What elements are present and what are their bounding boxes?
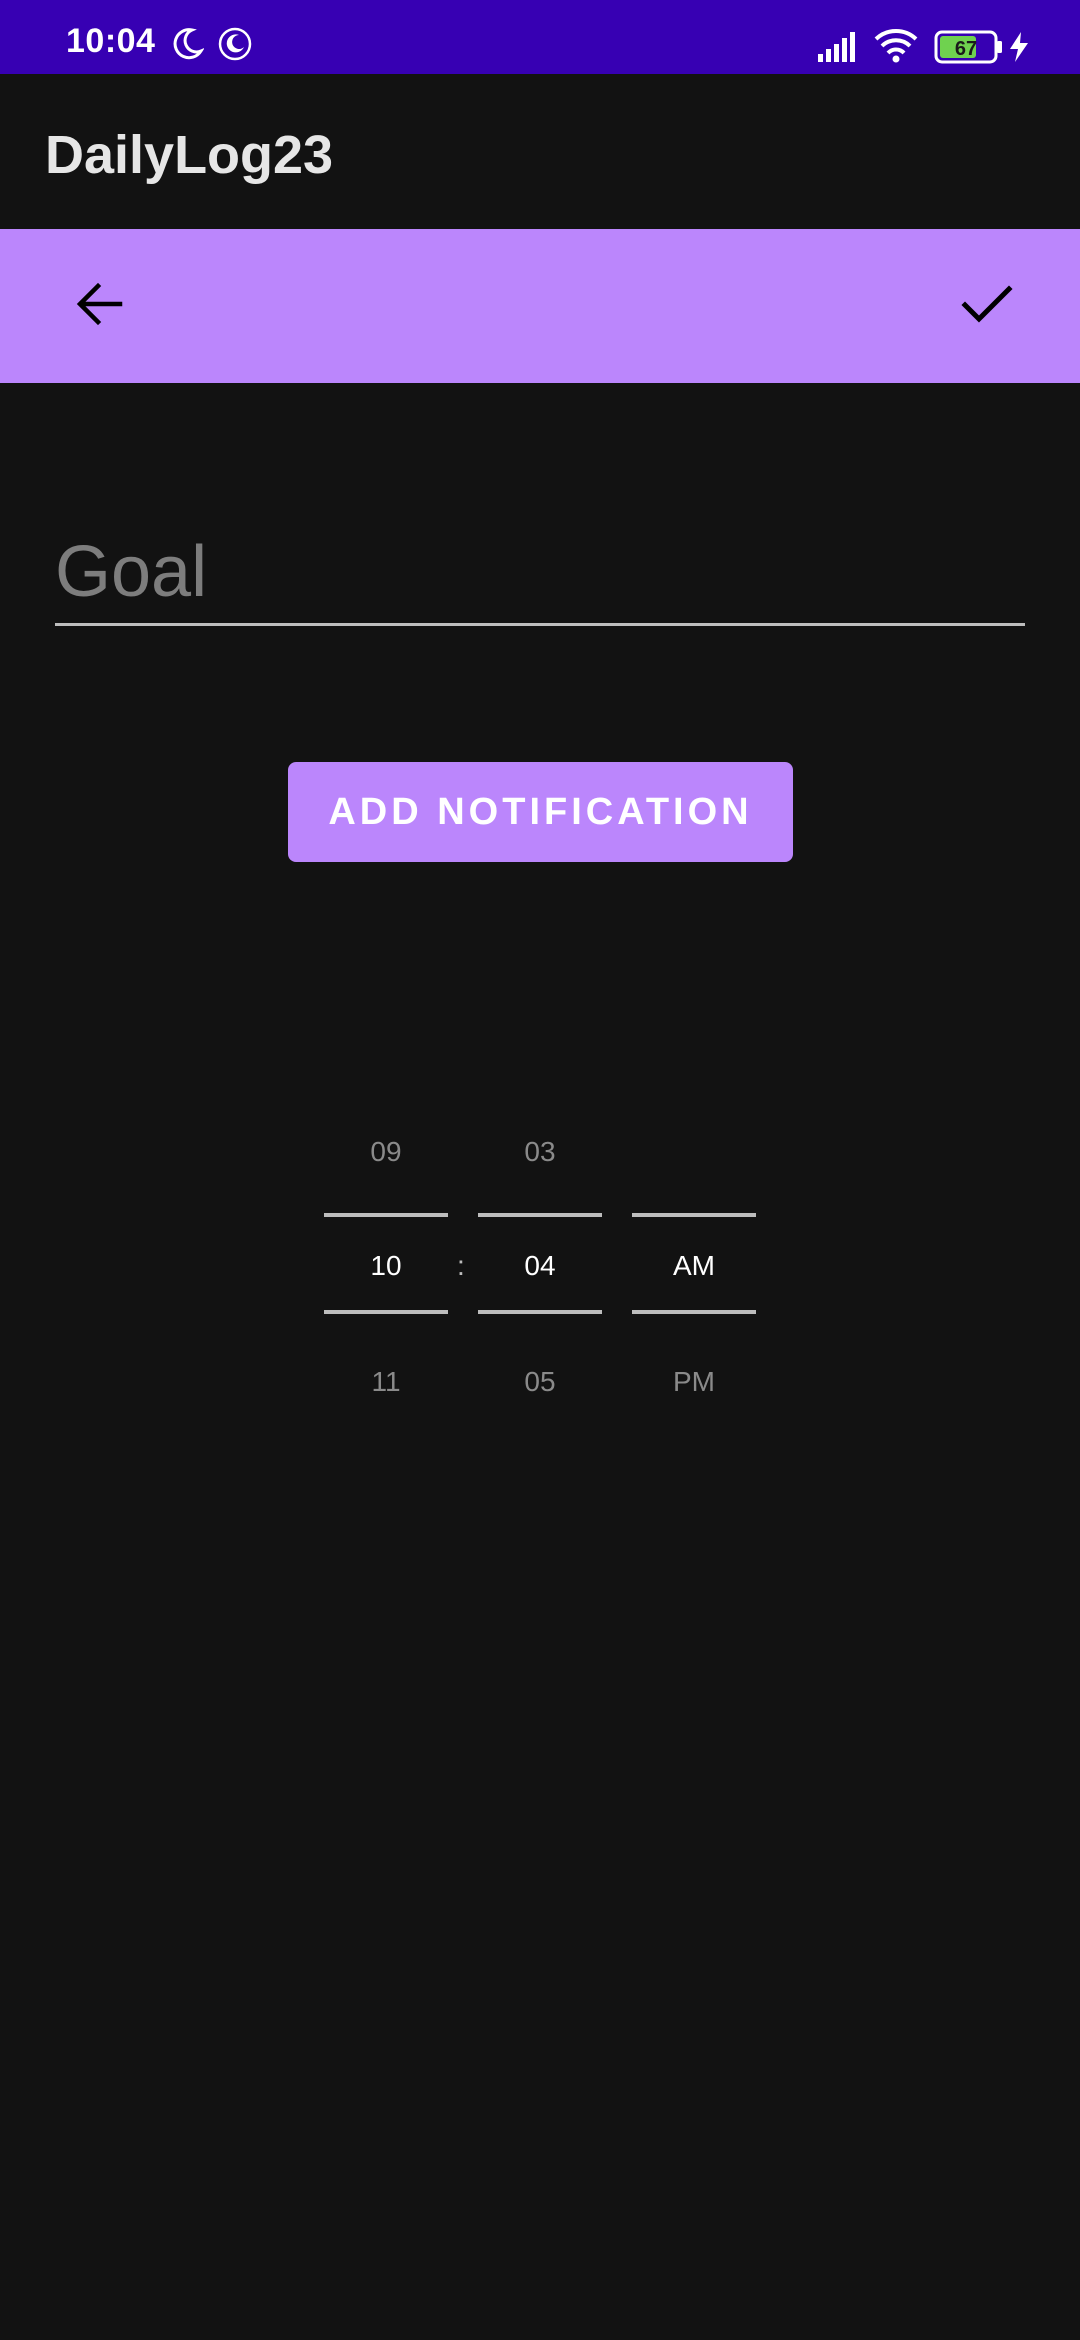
hour-next[interactable]: 11 bbox=[324, 1366, 448, 1398]
ampm-divider-top bbox=[632, 1213, 756, 1217]
minute-picker[interactable]: 03 04 05 bbox=[478, 1100, 602, 1420]
hour-picker[interactable]: 09 10 11 bbox=[324, 1100, 448, 1420]
charging-icon bbox=[1008, 31, 1030, 68]
ampm-picker[interactable]: AM PM bbox=[632, 1100, 756, 1420]
minute-current[interactable]: 04 bbox=[478, 1250, 602, 1282]
time-picker: 09 10 11 : 03 04 05 AM PM bbox=[0, 1100, 1080, 1420]
ampm-next[interactable]: PM bbox=[632, 1366, 756, 1398]
hour-divider-bottom bbox=[324, 1310, 448, 1314]
status-bar: 10:04 67 bbox=[0, 0, 1080, 74]
confirm-button[interactable] bbox=[937, 256, 1037, 356]
ampm-divider-bottom bbox=[632, 1310, 756, 1314]
action-toolbar bbox=[0, 229, 1080, 383]
app-bar: DailyLog23 bbox=[0, 74, 1080, 229]
back-button[interactable] bbox=[50, 256, 150, 356]
check-icon bbox=[957, 274, 1017, 339]
status-time: 10:04 bbox=[66, 22, 156, 60]
minute-divider-bottom bbox=[478, 1310, 602, 1314]
signal-icon bbox=[818, 30, 860, 67]
hour-current[interactable]: 10 bbox=[324, 1250, 448, 1282]
wifi-icon bbox=[874, 28, 918, 69]
battery-level: 67 bbox=[955, 38, 977, 60]
minute-next[interactable]: 05 bbox=[478, 1366, 602, 1398]
dnd-moon-icon bbox=[218, 27, 252, 66]
battery-icon: 67 bbox=[934, 30, 1004, 69]
ampm-current[interactable]: AM bbox=[632, 1250, 756, 1282]
time-separator: : bbox=[457, 1250, 465, 1281]
hour-prev[interactable]: 09 bbox=[324, 1136, 448, 1168]
arrow-back-icon bbox=[72, 276, 128, 337]
goal-field-container bbox=[55, 520, 1025, 630]
goal-input[interactable] bbox=[55, 520, 1025, 626]
minute-divider-top bbox=[478, 1213, 602, 1217]
app-title: DailyLog23 bbox=[45, 125, 334, 185]
add-notification-button[interactable]: ADD NOTIFICATION bbox=[288, 762, 793, 862]
minute-prev[interactable]: 03 bbox=[478, 1136, 602, 1168]
moon-icon bbox=[170, 27, 205, 66]
hour-divider-top bbox=[324, 1213, 448, 1217]
